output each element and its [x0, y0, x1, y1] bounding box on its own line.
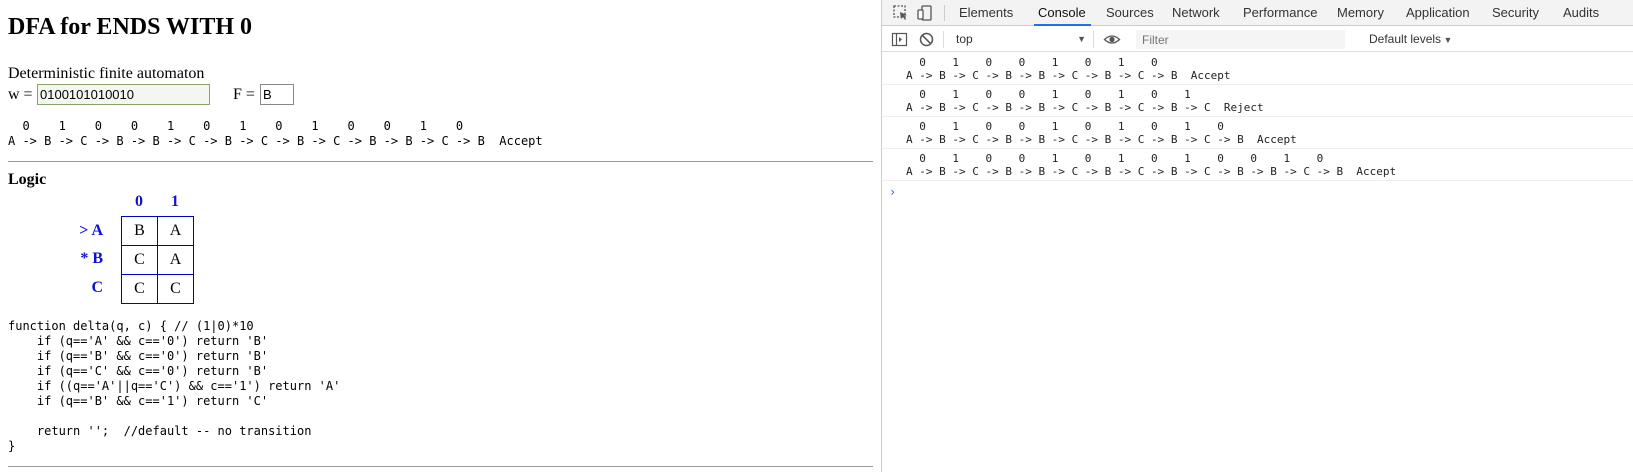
page-title: DFA for ENDS WITH 0	[8, 14, 253, 40]
caret-down-icon: ▼	[1441, 35, 1453, 45]
log-levels-select[interactable]: Default levels ▼	[1369, 29, 1452, 49]
console-log-entry[interactable]: 0 1 0 0 1 0 1 0 1 0 0 1 0 A -> B -> C ->…	[882, 149, 1633, 181]
caret-down-icon: ▼	[1077, 34, 1086, 44]
eye-icon[interactable]	[1103, 31, 1121, 53]
context-select[interactable]: top ▼	[952, 29, 1090, 49]
f-input[interactable]	[260, 84, 294, 105]
table-cell: C	[121, 245, 158, 275]
tab-console[interactable]: Console	[1034, 0, 1091, 26]
separator	[1093, 31, 1094, 48]
filter-input[interactable]	[1136, 30, 1345, 49]
w-input[interactable]	[37, 84, 210, 105]
w-label: w =	[8, 86, 33, 103]
console-log-entry[interactable]: 0 1 0 0 1 0 1 0 1 A -> B -> C -> B -> B …	[882, 85, 1633, 117]
table-col-header: 0	[135, 193, 143, 210]
console-output: 0 1 0 0 1 0 1 0 A -> B -> C -> B -> B ->…	[882, 53, 1633, 199]
console-log-entry[interactable]: 0 1 0 0 1 0 1 0 A -> B -> C -> B -> B ->…	[882, 53, 1633, 85]
devtools-panel: Elements Console Sources Network Perform…	[881, 0, 1633, 472]
table-cell: B	[121, 216, 158, 246]
tab-elements[interactable]: Elements	[959, 0, 1013, 26]
page: DFA for ENDS WITH 0 Deterministic finite…	[0, 0, 881, 472]
trace-input: 0 1 0 0 1 0 1 0 1 0 0 1 0	[8, 119, 464, 133]
divider	[8, 466, 873, 467]
context-value: top	[956, 32, 973, 46]
console-prompt[interactable]: ›	[889, 185, 896, 199]
table-cell: A	[157, 245, 194, 275]
f-label: F =	[233, 86, 255, 103]
tab-application[interactable]: Application	[1406, 0, 1470, 26]
table-row-header: C	[91, 279, 103, 296]
console-log-entry[interactable]: 0 1 0 0 1 0 1 0 1 0 A -> B -> C -> B -> …	[882, 117, 1633, 149]
console-log-text: 0 1 0 0 1 0 1 0 A -> B -> C -> B -> B ->…	[906, 56, 1231, 82]
tab-security[interactable]: Security	[1492, 0, 1539, 26]
separator	[944, 5, 945, 21]
table-cell: C	[121, 274, 158, 304]
devtools-tab-bar: Elements Console Sources Network Perform…	[882, 0, 1633, 26]
device-toolbar-icon[interactable]	[915, 3, 935, 23]
table-cell: A	[157, 216, 194, 246]
trace-states: A -> B -> C -> B -> B -> C -> B -> C -> …	[8, 134, 543, 148]
table-row-header: * B	[80, 250, 103, 267]
sidebar-toggle-icon[interactable]	[891, 31, 908, 53]
tab-sources[interactable]: Sources	[1106, 0, 1154, 26]
table-cell: C	[157, 274, 194, 304]
logic-heading: Logic	[8, 171, 47, 188]
console-log-text: 0 1 0 0 1 0 1 0 1 0 A -> B -> C -> B -> …	[906, 120, 1297, 146]
console-log-text: 0 1 0 0 1 0 1 0 1 A -> B -> C -> B -> B …	[906, 88, 1264, 114]
tab-performance[interactable]: Performance	[1243, 0, 1317, 26]
subtitle: Deterministic finite automaton	[8, 65, 205, 82]
log-levels-label: Default levels	[1369, 32, 1442, 46]
code-block: function delta(q, c) { // (1|0)*10 if (q…	[8, 319, 341, 453]
trace-output: 0 1 0 0 1 0 1 0 1 0 0 1 0A -> B -> C -> …	[8, 119, 543, 149]
console-log-text: 0 1 0 0 1 0 1 0 1 0 0 1 0 A -> B -> C ->…	[906, 152, 1397, 178]
inspect-element-icon[interactable]	[891, 3, 911, 23]
divider	[8, 161, 873, 162]
table-row-header: > A	[79, 222, 103, 239]
console-toolbar: top ▼ Default levels ▼	[882, 27, 1633, 52]
clear-console-icon[interactable]	[918, 31, 935, 53]
tab-memory[interactable]: Memory	[1337, 0, 1384, 26]
separator	[943, 31, 944, 48]
tab-audits[interactable]: Audits	[1563, 0, 1599, 26]
table-col-header: 1	[171, 193, 179, 210]
tab-network[interactable]: Network	[1172, 0, 1220, 26]
